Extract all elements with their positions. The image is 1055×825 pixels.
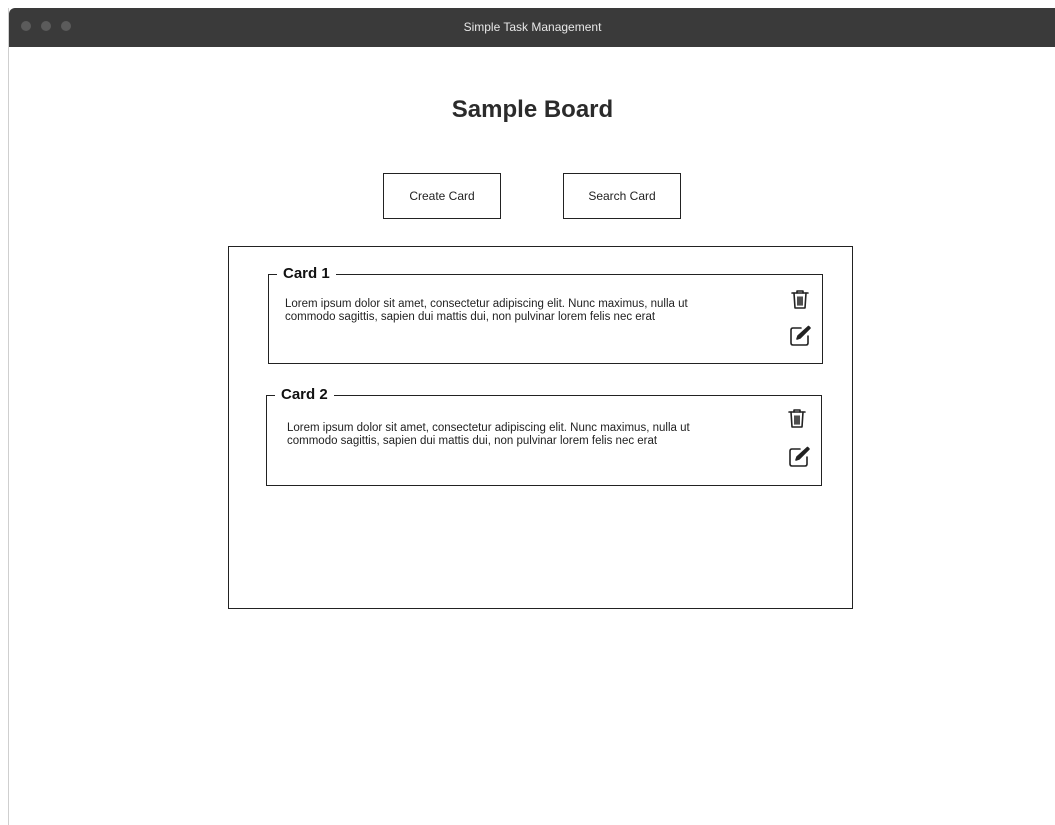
search-card-button[interactable]: Search Card bbox=[563, 173, 681, 219]
card-title: Card 1 bbox=[277, 264, 336, 284]
card-description: Lorem ipsum dolor sit amet, consectetur … bbox=[285, 298, 688, 323]
app-window: Simple Task Management Sample Board Crea… bbox=[8, 8, 1055, 825]
window-title: Simple Task Management bbox=[463, 20, 602, 34]
title-bar: Simple Task Management bbox=[9, 8, 1055, 47]
card-2: Card 2 Lorem ipsum dolor sit amet, conse… bbox=[266, 385, 822, 486]
edit-icon[interactable] bbox=[788, 324, 812, 348]
page-title: Sample Board bbox=[451, 96, 614, 123]
trash-icon[interactable] bbox=[788, 287, 812, 311]
create-card-button[interactable]: Create Card bbox=[383, 173, 501, 219]
edit-icon[interactable] bbox=[787, 445, 811, 469]
board-panel: Card 1 Lorem ipsum dolor sit amet, conse… bbox=[228, 246, 853, 609]
trash-icon[interactable] bbox=[785, 406, 809, 430]
card-title: Card 2 bbox=[275, 385, 334, 405]
card-description: Lorem ipsum dolor sit amet, consectetur … bbox=[287, 422, 690, 447]
card-1: Card 1 Lorem ipsum dolor sit amet, conse… bbox=[268, 264, 823, 364]
